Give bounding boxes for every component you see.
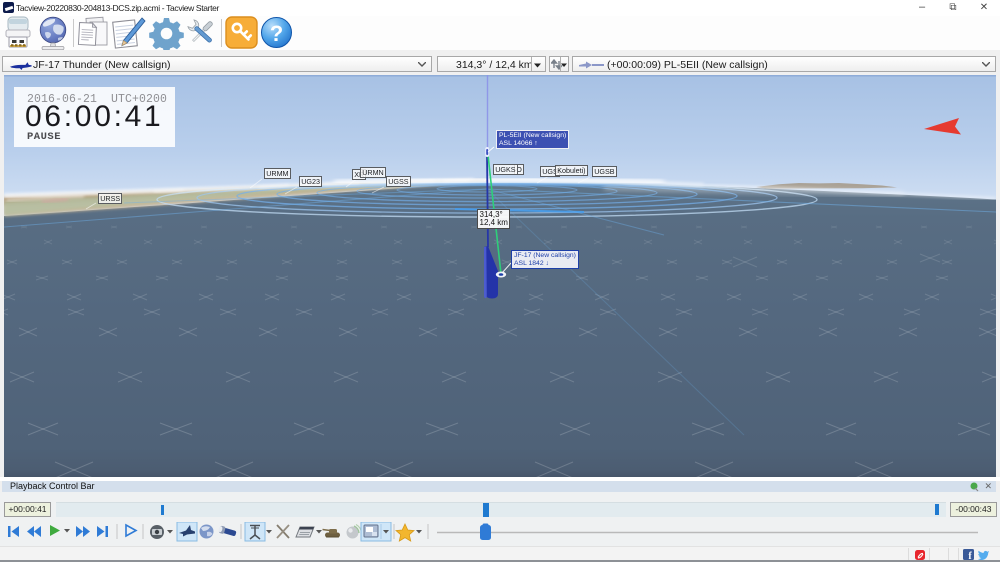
svg-text:?: ? bbox=[270, 21, 283, 46]
